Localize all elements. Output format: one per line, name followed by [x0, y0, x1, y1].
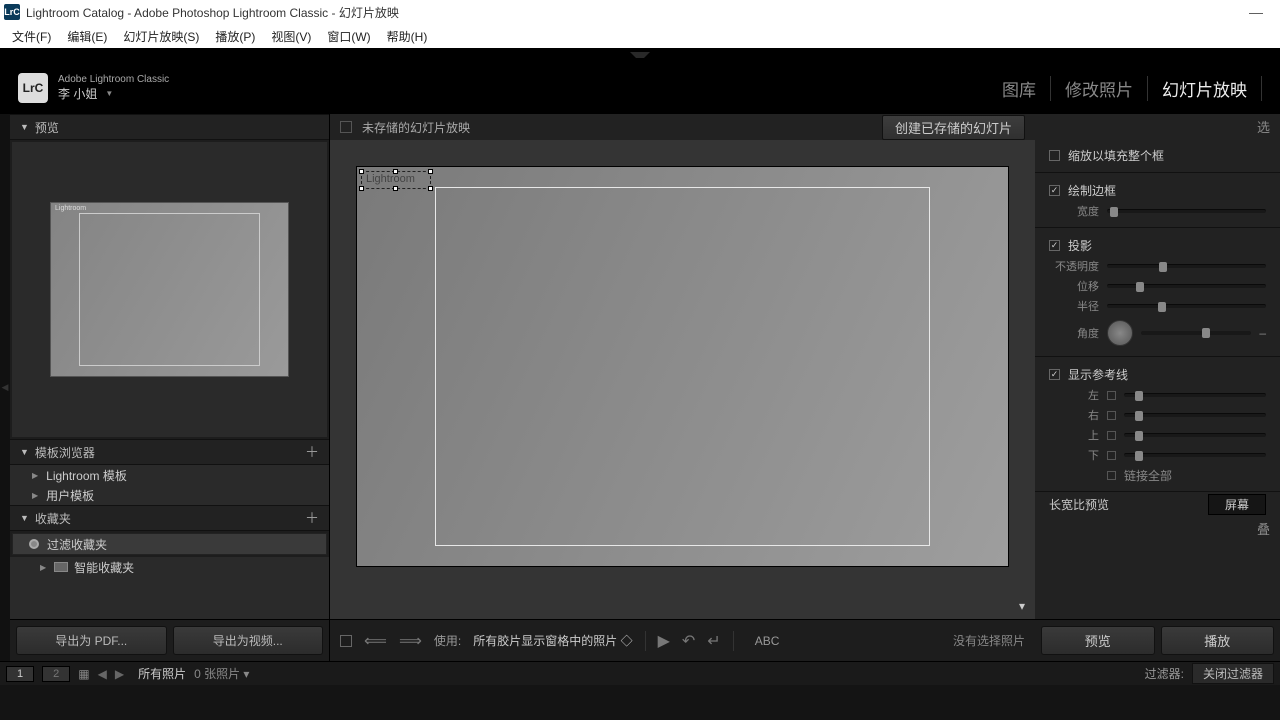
aspect-dropdown[interactable]: 屏幕 — [1208, 494, 1266, 515]
text-tool-button[interactable]: ABC — [746, 631, 789, 651]
shadow-checkbox[interactable]: ✓ — [1049, 240, 1060, 251]
slideshow-saved-checkbox[interactable] — [340, 121, 352, 133]
stop-button[interactable] — [340, 635, 352, 647]
smart-collection-icon — [54, 562, 68, 572]
create-saved-slideshow-button[interactable]: 创建已存储的幻灯片 — [882, 115, 1025, 140]
guide-right-checkbox[interactable] — [1107, 411, 1116, 420]
stroke-width-slider[interactable] — [1107, 209, 1266, 213]
play-button[interactable]: ▶ — [658, 631, 670, 651]
window-title: Lightroom Catalog - Adobe Photoshop Ligh… — [26, 4, 399, 21]
prev-slide-button[interactable]: ⟸ — [364, 631, 387, 651]
template-folder-lightroom[interactable]: ▶Lightroom 模板 — [10, 465, 329, 485]
filter-label: 过滤器: — [1145, 665, 1184, 682]
guide-bottom-checkbox[interactable] — [1107, 451, 1116, 460]
stroke-checkbox[interactable]: ✓ — [1049, 185, 1060, 196]
lrc-badge-icon: LrC — [18, 73, 48, 103]
top-panel-toggle[interactable] — [630, 52, 650, 58]
use-dropdown[interactable]: 所有胶片显示窗格中的照片 ◇ — [473, 632, 632, 649]
module-library[interactable]: 图库 — [988, 76, 1051, 101]
template-browser-header[interactable]: ▼模板浏览器＋ — [10, 439, 329, 465]
rotate-cw-button[interactable]: ↵ — [707, 631, 720, 651]
user-name[interactable]: 李 小姐 — [58, 85, 97, 102]
app-name: Adobe Lightroom Classic — [58, 74, 169, 85]
offset-slider[interactable] — [1107, 284, 1266, 288]
link-all-checkbox[interactable] — [1107, 471, 1116, 480]
source-path[interactable]: 所有照片 — [138, 665, 186, 682]
overlays-panel-header[interactable]: 叠 — [1035, 516, 1280, 540]
monitor-1-button[interactable]: 1 — [6, 666, 34, 682]
opacity-slider[interactable] — [1107, 264, 1266, 268]
angle-slider[interactable] — [1141, 331, 1251, 335]
guide-bottom-slider[interactable] — [1124, 453, 1266, 457]
monitor-2-button[interactable]: 2 — [42, 666, 70, 682]
menu-window[interactable]: 窗口(W) — [319, 26, 378, 47]
preview-thumbnail: Lightroom — [12, 142, 327, 437]
add-collection-button[interactable]: ＋ — [305, 508, 319, 528]
nav-back-icon[interactable]: ◀ — [98, 667, 107, 681]
module-slideshow[interactable]: 幻灯片放映 — [1148, 76, 1262, 101]
play-slideshow-button[interactable]: 播放 — [1161, 626, 1275, 655]
guides-checkbox[interactable]: ✓ — [1049, 369, 1060, 380]
guide-right-slider[interactable] — [1124, 413, 1266, 417]
menu-help[interactable]: 帮助(H) — [379, 26, 436, 47]
search-icon — [29, 539, 39, 549]
template-folder-user[interactable]: ▶用户模板 — [10, 485, 329, 505]
radius-slider[interactable] — [1107, 304, 1266, 308]
guide-top-checkbox[interactable] — [1107, 431, 1116, 440]
text-overlay-selected[interactable]: Lightroom — [361, 171, 431, 189]
menu-edit[interactable]: 编辑(E) — [59, 26, 115, 47]
add-template-button[interactable]: ＋ — [305, 442, 319, 462]
aspect-label: 长宽比预览 — [1049, 496, 1109, 513]
left-panel-toggle[interactable]: ◀ — [2, 382, 9, 393]
smart-collections[interactable]: ▶智能收藏夹 — [10, 557, 329, 577]
menu-file[interactable]: 文件(F) — [4, 26, 59, 47]
module-develop[interactable]: 修改照片 — [1051, 76, 1148, 101]
options-panel-header[interactable]: 选 — [1035, 114, 1280, 138]
photo-count[interactable]: 0 张照片 ▾ — [194, 665, 249, 682]
app-icon: LrC — [4, 4, 20, 20]
slide-canvas[interactable]: Lightroom — [356, 166, 1009, 567]
slideshow-title: 未存储的幻灯片放映 — [362, 119, 470, 136]
guide-left-checkbox[interactable] — [1107, 391, 1116, 400]
export-pdf-button[interactable]: 导出为 PDF... — [16, 626, 167, 655]
collections-header[interactable]: ▼收藏夹＋ — [10, 505, 329, 531]
zoom-fill-checkbox[interactable] — [1049, 150, 1060, 161]
next-slide-button[interactable]: ⟹ — [399, 631, 422, 651]
guide-left-slider[interactable] — [1124, 393, 1266, 397]
nav-forward-icon[interactable]: ▶ — [115, 667, 124, 681]
angle-dial[interactable] — [1107, 320, 1133, 346]
menu-slideshow[interactable]: 幻灯片放映(S) — [115, 26, 207, 47]
minimize-button[interactable]: — — [1236, 4, 1276, 20]
filter-off-button[interactable]: 关闭过滤器 — [1192, 663, 1274, 684]
toolbar-dropdown-icon[interactable]: ▾ — [1019, 599, 1025, 613]
filter-collections-input[interactable]: 过滤收藏夹 — [12, 533, 327, 555]
preview-panel-header[interactable]: ▼预览 — [10, 114, 329, 140]
grid-view-icon[interactable]: ▦ — [78, 667, 89, 681]
guide-top-slider[interactable] — [1124, 433, 1266, 437]
rotate-ccw-button[interactable]: ↶ — [682, 631, 695, 651]
selection-status: 没有选择照片 — [953, 632, 1025, 649]
preview-button[interactable]: 预览 — [1041, 626, 1155, 655]
filmstrip[interactable] — [0, 685, 1280, 720]
menu-view[interactable]: 视图(V) — [263, 26, 319, 47]
menu-bar: 文件(F) 编辑(E) 幻灯片放映(S) 播放(P) 视图(V) 窗口(W) 帮… — [0, 24, 1280, 48]
identity-menu-icon[interactable]: ▼ — [105, 89, 113, 98]
menu-play[interactable]: 播放(P) — [207, 26, 263, 47]
use-label: 使用: — [434, 632, 461, 649]
slide-image-frame — [435, 187, 930, 546]
export-video-button[interactable]: 导出为视频... — [173, 626, 324, 655]
